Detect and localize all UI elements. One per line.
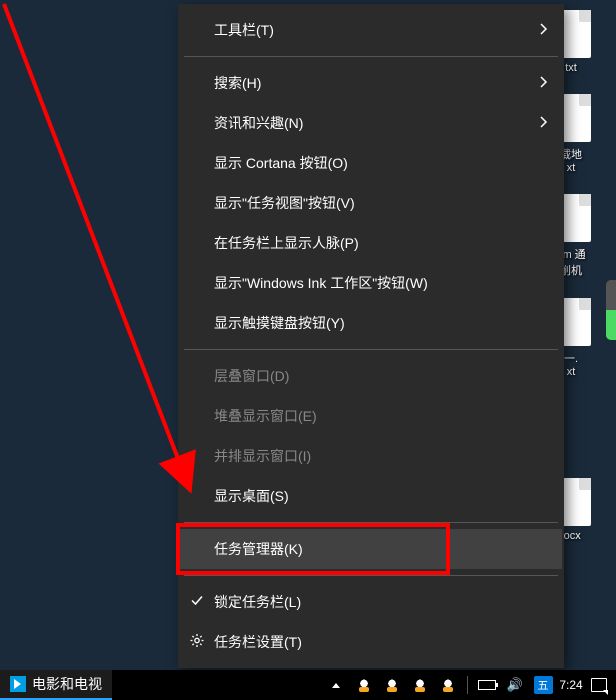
movies-tv-icon <box>10 676 26 692</box>
menu-item-label: 任务管理器(K) <box>214 539 303 559</box>
tray-separator <box>467 676 468 694</box>
menu-item-search[interactable]: 搜索(H) <box>180 63 562 103</box>
menu-item-label: 工具栏(T) <box>214 20 274 40</box>
menu-item-show-people[interactable]: 在任务栏上显示人脉(P) <box>180 223 562 263</box>
menu-item-toolbars[interactable]: 工具栏(T) <box>180 10 562 50</box>
file-label: txt <box>565 62 577 74</box>
qq-icon[interactable] <box>383 676 401 694</box>
menu-item-label: 显示"Windows Ink 工作区"按钮(W) <box>214 273 428 293</box>
menu-item-label: 显示"任务视图"按钮(V) <box>214 193 355 213</box>
system-tray: 🔊 五 7:24 <box>319 670 616 700</box>
menu-separator <box>184 522 558 523</box>
menu-separator <box>184 575 558 576</box>
menu-item-label: 在任务栏上显示人脉(P) <box>214 233 359 253</box>
menu-item-cascade-windows: 层叠窗口(D) <box>180 356 562 396</box>
clock[interactable]: 7:24 <box>562 676 580 694</box>
qq-icon[interactable] <box>439 676 457 694</box>
menu-item-label: 显示触摸键盘按钮(Y) <box>214 313 345 333</box>
chevron-right-icon <box>540 115 548 131</box>
menu-item-label: 任务栏设置(T) <box>214 632 302 652</box>
menu-item-label: 堆叠显示窗口(E) <box>214 406 317 426</box>
taskbar-app-label: 电影和电视 <box>32 674 102 694</box>
menu-item-show-desktop[interactable]: 显示桌面(S) <box>180 476 562 516</box>
taskbar: 电影和电视 🔊 五 7:24 <box>0 670 616 700</box>
menu-item-label: 资讯和兴趣(N) <box>214 113 303 133</box>
taskbar-context-menu: 工具栏(T) 搜索(H) 资讯和兴趣(N) 显示 Cortana 按钮(O) 显… <box>178 4 564 668</box>
menu-item-ink-workspace[interactable]: 显示"Windows Ink 工作区"按钮(W) <box>180 263 562 303</box>
chevron-right-icon <box>540 22 548 38</box>
gear-icon <box>190 634 204 651</box>
menu-item-lock-taskbar[interactable]: 锁定任务栏(L) <box>180 582 562 622</box>
chevron-right-icon <box>540 75 548 91</box>
menu-separator <box>184 349 558 350</box>
file-label: 一. xt <box>564 350 578 378</box>
menu-item-label: 层叠窗口(D) <box>214 366 289 386</box>
volume-indicator <box>606 280 616 340</box>
menu-item-touch-keyboard[interactable]: 显示触摸键盘按钮(Y) <box>180 303 562 343</box>
menu-item-task-manager[interactable]: 任务管理器(K) <box>180 529 562 569</box>
menu-item-label: 锁定任务栏(L) <box>214 592 301 612</box>
taskbar-app-movies-tv[interactable]: 电影和电视 <box>0 670 112 700</box>
menu-item-side-by-side: 并排显示窗口(I) <box>180 436 562 476</box>
menu-item-task-view-button[interactable]: 显示"任务视图"按钮(V) <box>180 183 562 223</box>
tray-overflow-icon[interactable] <box>327 676 345 694</box>
qq-icon[interactable] <box>411 676 429 694</box>
file-label: locx <box>561 530 581 542</box>
menu-item-label: 并排显示窗口(I) <box>214 446 311 466</box>
qq-icon[interactable] <box>355 676 373 694</box>
ime-indicator[interactable]: 五 <box>534 676 552 694</box>
menu-item-cortana-button[interactable]: 显示 Cortana 按钮(O) <box>180 143 562 183</box>
menu-item-label: 搜索(H) <box>214 73 261 93</box>
volume-icon[interactable]: 🔊 <box>506 676 524 694</box>
menu-item-label: 显示 Cortana 按钮(O) <box>214 153 348 173</box>
menu-item-taskbar-settings[interactable]: 任务栏设置(T) <box>180 622 562 662</box>
menu-item-stack-windows: 堆叠显示窗口(E) <box>180 396 562 436</box>
battery-icon[interactable] <box>478 676 496 694</box>
volume-fill <box>606 310 616 340</box>
menu-separator <box>184 56 558 57</box>
notification-center-icon[interactable] <box>590 676 608 694</box>
menu-item-news[interactable]: 资讯和兴趣(N) <box>180 103 562 143</box>
menu-item-label: 显示桌面(S) <box>214 486 289 506</box>
check-icon <box>190 594 204 611</box>
